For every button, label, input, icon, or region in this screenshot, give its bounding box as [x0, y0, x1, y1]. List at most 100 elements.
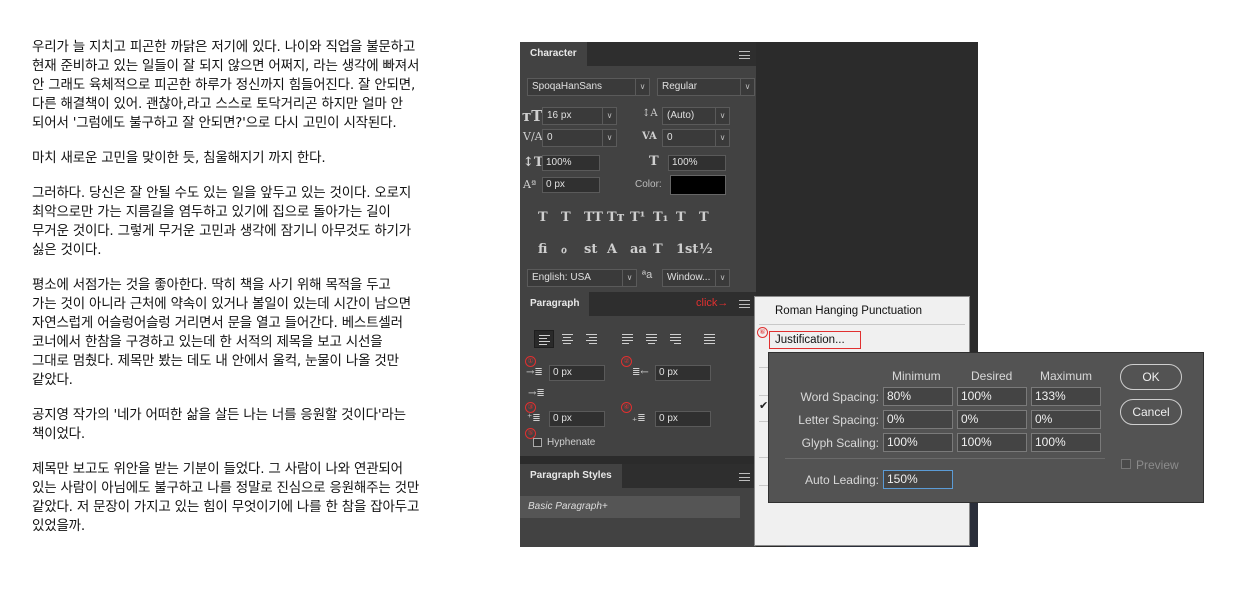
header-minimum: Minimum [892, 369, 941, 383]
tab-paragraph-styles[interactable]: Paragraph Styles [520, 464, 622, 488]
justify-last-left-button[interactable] [618, 330, 638, 348]
color-label: Color: [635, 179, 662, 190]
tab-character[interactable]: Character [520, 42, 587, 66]
type-style-button[interactable]: T [561, 210, 571, 226]
menu-item-roman-hanging-punctuation[interactable]: Roman Hanging Punctuation [775, 305, 922, 317]
space-before-icon: ⁺≣ [527, 413, 541, 424]
paragraph-menu-icon[interactable] [739, 300, 750, 308]
article-text: 우리가 늘 지치고 피곤한 까닭은 저기에 있다. 나이와 직업을 불문하고 현재… [32, 38, 502, 552]
word-spacing-min[interactable]: 80% [883, 387, 953, 406]
justify-last-center-button[interactable] [642, 330, 662, 348]
article-line: 같았다. [32, 372, 73, 388]
kerning-dropdown[interactable]: 0 ∨ [542, 129, 617, 147]
word-spacing-label: Word Spacing: [800, 390, 880, 404]
character-panel-header: Character [520, 42, 756, 66]
article-line: 무거운 것이다. 그렇게 무거운 고민과 생각에 잠기니 아무것도 하기가 [32, 223, 411, 239]
menu-separator [759, 324, 965, 325]
leading-value: (Auto) [667, 110, 695, 121]
chevron-down-icon: ∨ [740, 79, 754, 95]
antialias-dropdown[interactable]: Window... ∨ [662, 269, 730, 287]
glyph-scaling-label: Glyph Scaling: [801, 436, 879, 450]
type-style-button[interactable]: T¹ [630, 210, 645, 226]
word-spacing-max[interactable]: 133% [1031, 387, 1101, 406]
marker-2: ② [621, 356, 632, 367]
space-before-field[interactable]: 0 px [549, 411, 605, 427]
text-color-swatch[interactable] [670, 175, 726, 195]
space-after-icon: ₊≣ [632, 413, 646, 424]
article-line: 현재 준비하고 있는 일들이 잘 되지 않으면 어쩌지, 라는 생각에 빠져서 [32, 58, 420, 74]
indent-right-icon: ≣← [632, 367, 649, 378]
opentype-button[interactable]: 1st [676, 242, 698, 258]
type-style-button[interactable]: T [676, 210, 686, 226]
cancel-button[interactable]: Cancel [1120, 399, 1182, 425]
letter-spacing-min[interactable]: 0% [883, 410, 953, 429]
opentype-button[interactable]: ½ [699, 242, 713, 258]
opentype-button[interactable]: T [653, 242, 663, 258]
justification-dialog: Minimum Desired Maximum Word Spacing: 80… [768, 352, 1204, 503]
tab-paragraph[interactable]: Paragraph [520, 292, 590, 316]
align-center-button[interactable] [558, 330, 578, 348]
leading-dropdown[interactable]: (Auto) ∨ [662, 107, 730, 125]
preview-checkbox[interactable] [1121, 459, 1131, 469]
article-line: 같았다. 저 문장이 가지고 있는 힘이 무엇이기에 나를 한 참을 잡아두고 [32, 499, 420, 515]
article-line: 책이었다. [32, 426, 85, 442]
ok-button[interactable]: OK [1120, 364, 1182, 390]
glyph-scaling-min[interactable]: 100% [883, 433, 953, 452]
article-paragraph: 마치 새로운 고민을 맞이한 듯, 침울해지기 까지 한다. [32, 149, 502, 168]
panel-menu-icon[interactable] [739, 51, 750, 59]
chevron-down-icon: ∨ [602, 108, 616, 124]
marker-6: ⑥ [757, 327, 768, 338]
menu-item-justification[interactable]: Justification... [775, 334, 845, 346]
indent-right-field[interactable]: 0 px [655, 365, 711, 381]
tracking-dropdown[interactable]: 0 ∨ [662, 129, 730, 147]
paragraph-styles-menu-icon[interactable] [739, 473, 750, 481]
letter-spacing-label: Letter Spacing: [798, 413, 879, 427]
opentype-button[interactable]: fi [538, 242, 547, 258]
opentype-button[interactable]: aa [630, 242, 647, 258]
type-style-button[interactable]: Tт [607, 210, 625, 226]
justify-all-button[interactable] [700, 330, 720, 348]
article-line: 자연스럽게 어슬렁어슬렁 거리면서 문을 열고 들어간다. 베스트셀러 [32, 315, 403, 331]
type-style-button[interactable]: T [699, 210, 709, 226]
font-style-dropdown[interactable]: Regular ∨ [657, 78, 755, 96]
word-spacing-desired[interactable]: 100% [957, 387, 1027, 406]
align-right-button[interactable] [582, 330, 602, 348]
chevron-down-icon: ∨ [622, 270, 636, 286]
vertical-scale-field[interactable]: 100% [542, 155, 600, 171]
space-after-field[interactable]: 0 px [655, 411, 711, 427]
justify-last-right-button[interactable] [666, 330, 686, 348]
type-style-button[interactable]: T₁ [653, 210, 668, 226]
kerning-value: 0 [547, 132, 553, 143]
dialog-divider [785, 458, 1105, 459]
auto-leading-field[interactable]: 150% [883, 470, 953, 489]
opentype-button[interactable]: A [607, 242, 617, 258]
auto-leading-label: Auto Leading: [804, 473, 879, 487]
article-line: 있었을까. [32, 518, 85, 534]
article-line: 다른 해결책이 있어. 괜찮아,라고 스스로 토닥거리곤 하지만 얼마 안 [32, 96, 403, 112]
letter-spacing-max[interactable]: 0% [1031, 410, 1101, 429]
language-dropdown[interactable]: English: USA ∨ [527, 269, 637, 287]
horizontal-scale-field[interactable]: 100% [668, 155, 726, 171]
type-style-button[interactable]: T [538, 210, 548, 226]
align-left-button[interactable] [534, 330, 554, 348]
article-line: 그러하다. 당신은 잘 안될 수도 있는 일을 앞두고 있는 것이다. 오로지 [32, 185, 412, 201]
opentype-button[interactable]: ℴ [561, 242, 567, 258]
marker-4: ④ [621, 402, 632, 413]
article-line: 공지영 작가의 '네가 어떠한 삶을 살든 나는 너를 응원할 것이다'라는 [32, 407, 406, 423]
letter-spacing-desired[interactable]: 0% [957, 410, 1027, 429]
type-style-button[interactable]: TT [584, 210, 603, 226]
article-paragraph: 우리가 늘 지치고 피곤한 까닭은 저기에 있다. 나이와 직업을 불문하고 현재… [32, 38, 502, 133]
font-family-dropdown[interactable]: SpoqaHanSans ∨ [527, 78, 650, 96]
hyphenate-checkbox[interactable] [533, 438, 542, 447]
glyph-scaling-desired[interactable]: 100% [957, 433, 1027, 452]
antialias-icon: ªa [642, 269, 653, 281]
click-annotation: click→ [696, 297, 729, 309]
article-line: 평소에 서점가는 것을 좋아한다. 딱히 책을 사기 위해 목적을 두고 [32, 277, 391, 293]
paragraph-panel-header: Paragraph click→ [520, 292, 756, 316]
indent-left-field[interactable]: 0 px [549, 365, 605, 381]
opentype-button[interactable]: st [584, 242, 597, 258]
font-size-dropdown[interactable]: 16 px ∨ [542, 107, 617, 125]
baseline-shift-field[interactable]: 0 px [542, 177, 600, 193]
style-item-basic-paragraph[interactable]: Basic Paragraph+ [520, 496, 740, 518]
glyph-scaling-max[interactable]: 100% [1031, 433, 1101, 452]
